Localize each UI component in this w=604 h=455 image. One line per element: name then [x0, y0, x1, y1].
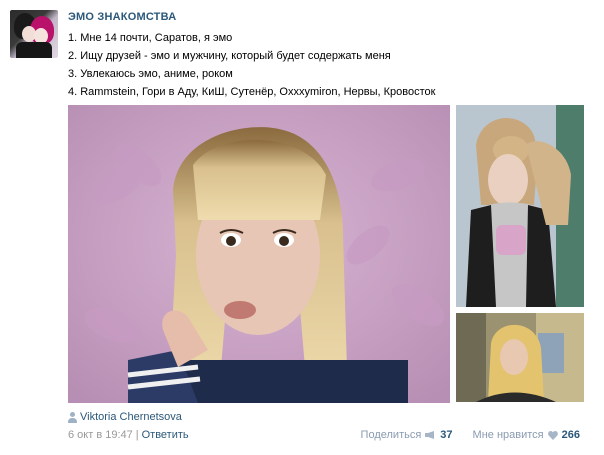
side-photo-1[interactable]	[456, 105, 584, 307]
side-photo-2[interactable]	[456, 313, 584, 402]
post-meta: 6 окт в 19:47 | Ответить	[68, 429, 189, 441]
meta-separator: |	[135, 429, 139, 441]
wall-post: ЭМО ЗНАКОМСТВА 1. Мне 14 почти, Саратов,…	[0, 0, 604, 455]
user-icon	[68, 411, 77, 423]
post-actions: Поделиться 37 Мне нравится 266	[361, 429, 580, 441]
post-line: 4. Rammstein, Гори в Аду, КиШ, Сутенёр, …	[68, 86, 436, 98]
author-name[interactable]: Viktoria Chernetsova	[80, 411, 182, 423]
post-text: 1. Мне 14 почти, Саратов, я эмо 2. Ищу д…	[68, 29, 435, 101]
share-count: 37	[440, 429, 453, 441]
like-count: 266	[561, 429, 580, 441]
reply-link[interactable]: Ответить	[142, 429, 189, 441]
author-row[interactable]: Viktoria Chernetsova	[68, 411, 182, 423]
megaphone-icon[interactable]	[425, 431, 436, 439]
like-button[interactable]: Мне нравится	[473, 429, 544, 441]
group-avatar[interactable]	[10, 10, 58, 58]
post-line: 3. Увлекаюсь эмо, аниме, роком	[68, 68, 233, 80]
share-button[interactable]: Поделиться	[361, 429, 422, 441]
heart-icon[interactable]	[547, 430, 558, 440]
post-line: 2. Ищу друзей - эмо и мужчину, который б…	[68, 50, 391, 62]
group-title[interactable]: ЭМО ЗНАКОМСТВА	[68, 11, 176, 23]
main-photo[interactable]	[68, 105, 450, 403]
post-line: 1. Мне 14 почти, Саратов, я эмо	[68, 32, 233, 44]
post-date[interactable]: 6 окт в 19:47	[68, 429, 133, 441]
